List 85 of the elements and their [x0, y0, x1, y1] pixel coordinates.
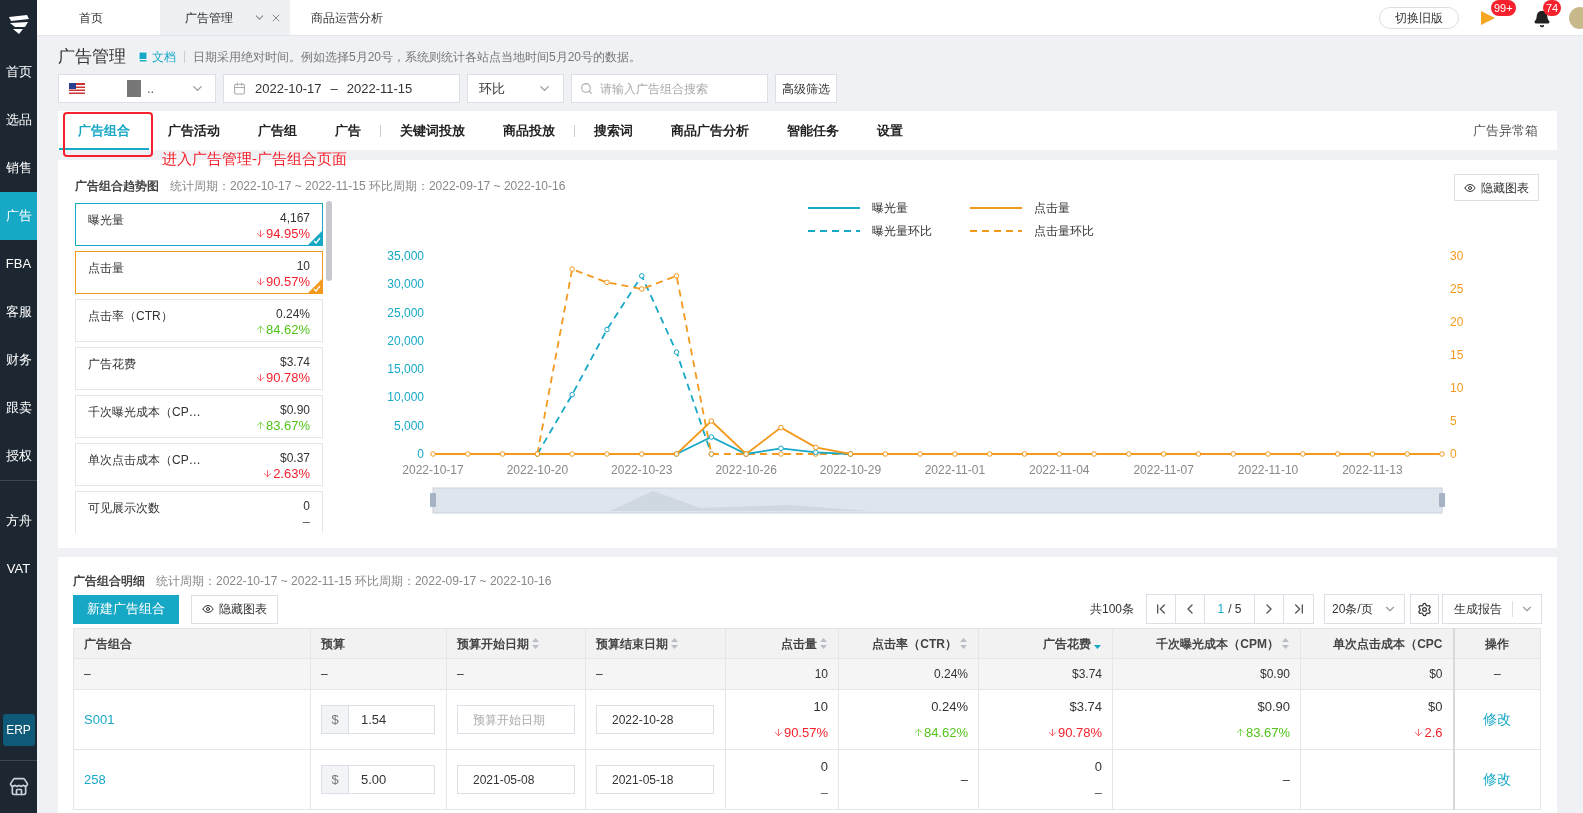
axis-tick-label: 20,000 — [387, 333, 424, 348]
annotation-text: 进入广告管理-广告组合页面 — [162, 149, 347, 169]
axis-tick-label: 2022-10-17 — [402, 463, 464, 477]
axis-tick-label: 30,000 — [387, 277, 424, 292]
metric-value: 10 — [296, 259, 310, 274]
change-value: 90.78% — [254, 370, 310, 385]
axis-tick-label: 5,000 — [393, 418, 424, 433]
metric-value: 4,167 — [279, 211, 310, 226]
summary-cell: – — [457, 667, 464, 681]
summary-cell: – — [1493, 667, 1501, 681]
currency-prefix: $ — [321, 765, 349, 794]
change-value: – — [1094, 783, 1102, 802]
metric-label: 广告花费 — [88, 356, 136, 373]
axis-tick-label: 15,000 — [387, 362, 424, 377]
metric-value: 0.24% — [275, 307, 310, 322]
change-value: 83.67% — [1234, 722, 1290, 742]
table-cell-text: 0.24% — [931, 698, 968, 716]
table-cell-text: $0 — [1428, 698, 1443, 716]
axis-tick-label: 2022-11-10 — [1237, 463, 1299, 477]
change-value: 2.6 — [1413, 722, 1443, 742]
axis-tick-label: 0 — [417, 447, 424, 461]
summary-cell: $3.74 — [1071, 667, 1102, 681]
change-value: – — [820, 783, 828, 802]
axis-tick-label: 2022-11-01 — [924, 463, 986, 477]
period-text: 统计周期：2022-10-17 ~ 2022-11-15 环比周期：2022-09-17 ~ 2022-10-16 — [156, 573, 552, 590]
metric-label: 点击率（CTR） — [88, 308, 173, 325]
axis-tick-label: 2022-11-04 — [1029, 463, 1090, 477]
axis-tick-label: 25 — [1450, 282, 1464, 296]
metric-label: 点击量 — [88, 260, 124, 277]
axis-tick-label: 30 — [1450, 249, 1464, 263]
change-value: 83.67% — [254, 418, 310, 433]
change-value: 2.63% — [262, 466, 310, 481]
metric-label: 可见展示次数 — [88, 500, 160, 517]
axis-tick-label: 0 — [1450, 447, 1457, 461]
axis-tick-label: 2022-10-29 — [819, 463, 882, 477]
table-cell-text: $3.74 — [1069, 698, 1102, 716]
metric-value: $0.90 — [279, 403, 310, 418]
change-value: 84.62% — [254, 322, 310, 337]
axis-tick-label: 5 — [1450, 414, 1457, 428]
axis-tick-label: 2022-10-20 — [506, 463, 569, 477]
total-count: 共100条 — [1089, 601, 1134, 618]
card-title: 广告组合趋势图 — [75, 178, 159, 195]
table-cell-text: 0 — [1094, 758, 1102, 776]
notification-badge: 99+ — [1491, 0, 1516, 16]
summary-cell: 10 — [814, 667, 828, 681]
metric-value: $3.74 — [279, 355, 310, 370]
metric-label: 曝光量 — [88, 212, 124, 229]
metric-label: 单次点击成本（CP… — [88, 452, 201, 469]
axis-tick-label: 10 — [1450, 381, 1464, 395]
table-cell-text: 10 — [813, 698, 828, 716]
page-title: 广告管理 — [58, 46, 126, 69]
period-text: 统计周期：2022-10-17 ~ 2022-11-15 环比周期：2022-09-17 ~ 2022-10-16 — [170, 178, 566, 195]
metric-value: $0.37 — [279, 451, 310, 466]
table-cell-text: – — [1281, 770, 1290, 789]
metric-label: 千次曝光成本（CP… — [88, 404, 201, 421]
table-cell-text: 0 — [820, 758, 828, 776]
axis-tick-label: 2022-10-26 — [715, 463, 777, 477]
summary-cell: $0.90 — [1259, 667, 1290, 681]
axis-tick-label: 2022-11-07 — [1133, 463, 1194, 477]
axis-tick-label: 25,000 — [387, 305, 424, 320]
notification-badge: 74 — [1543, 0, 1562, 16]
axis-tick-label: 35,000 — [387, 249, 424, 263]
change-value: 84.62% — [912, 722, 968, 742]
table-cell-text: – — [959, 770, 968, 789]
summary-cell: 0.24% — [933, 667, 968, 681]
summary-cell: – — [321, 667, 328, 681]
change-value: 94.95% — [254, 226, 310, 241]
change-value: 90.78% — [1046, 722, 1102, 742]
metric-value: 0 — [303, 499, 310, 514]
table-cell-text: $0.90 — [1257, 698, 1290, 716]
currency-prefix: $ — [321, 705, 349, 734]
date-note: 日期采用绝对时间。例如选择5月20号，系统则统计各站点当地时间5月20号的数据。 — [193, 49, 642, 66]
axis-tick-label: 2022-11-13 — [1342, 463, 1403, 477]
axis-tick-label: 10,000 — [387, 390, 424, 405]
axis-tick-label: 15 — [1450, 348, 1464, 362]
change-value: 90.57% — [254, 274, 310, 289]
axis-tick-label: 20 — [1450, 315, 1464, 329]
summary-cell: – — [84, 667, 91, 681]
change-value: – — [302, 514, 310, 529]
summary-cell: – — [596, 667, 603, 681]
card-title: 广告组合明细 — [73, 573, 145, 590]
summary-cell: $0 — [1429, 667, 1443, 681]
change-value: 90.57% — [772, 722, 828, 742]
store-name: .. — [147, 79, 155, 98]
axis-tick-label: 2022-10-23 — [611, 463, 673, 477]
